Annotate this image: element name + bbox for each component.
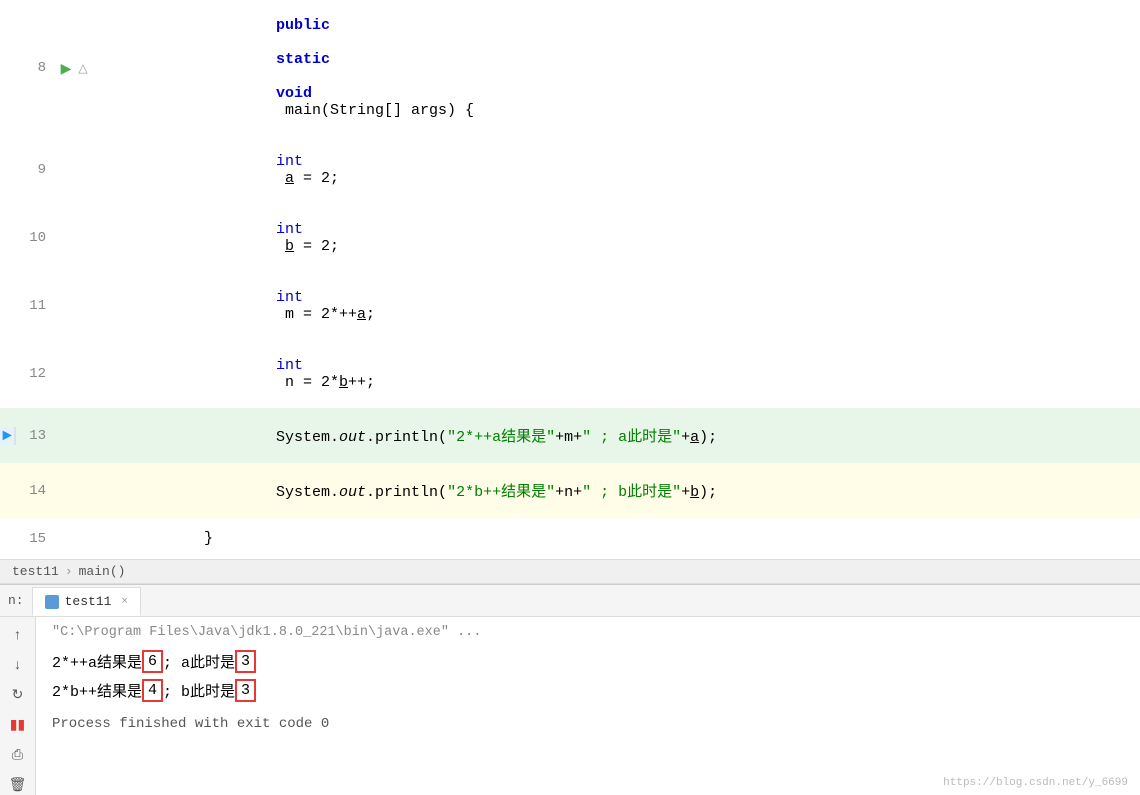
breadcrumb-separator: › [65,564,73,579]
code-line-11: 11 int m = 2*++a; [0,272,1140,340]
code-class-14: System. [276,484,339,501]
code-text-9: a = 2; [276,170,339,187]
console-content: "C:\Program Files\Java\jdk1.8.0_221\bin\… [36,617,1140,795]
code-line-8: 8 ▶ △ public static void main(String[] a… [0,0,1140,136]
keyword-void: void [276,85,312,102]
stop-button[interactable]: ▮▮ [7,713,29,735]
bookmark-8[interactable]: △ [76,61,90,75]
code-line-13: ► 13 System.out.println("2*++a结果是"+m+" ;… [0,408,1140,463]
code-text-10: b = 2; [276,238,339,255]
output-line-1: 2*++a结果是 6 ; a此时是 3 [52,650,1124,673]
code-line-10: 10 int b = 2; [0,204,1140,272]
breadcrumb-method: main() [79,564,126,579]
line-content-13: System.out.println("2*++a结果是"+m+" ; a此时是… [104,408,1140,463]
code-line-9: 9 int a = 2; [0,136,1140,204]
editor-area: 8 ▶ △ public static void main(String[] a… [0,0,1140,584]
code-line-12: 12 int n = 2*b++; [0,340,1140,408]
breadcrumb: test11 › main() [0,559,1140,584]
line-content-15: } [104,530,1140,547]
code-line-15: 15 } [0,518,1140,559]
code-rest-14: .println("2*b++结果是"+n+" ; b此时是"+b); [366,484,717,501]
debug-arrow-icon: ► [2,427,12,445]
keyword-int-9: int [276,153,303,170]
line-number-13: 13 [16,428,54,444]
line-number-8: 8 [16,60,54,76]
code-rest-13: .println("2*++a结果是"+m+" ; a此时是"+a); [366,429,717,446]
code-line-14: 14 System.out.println("2*b++结果是"+n+" ; b… [0,463,1140,518]
tab-icon [45,595,59,609]
rerun-button[interactable]: ↻ [7,683,29,705]
tab-close-button[interactable]: × [121,596,128,608]
keyword-static: static [276,51,330,68]
output-boxed-2b: 3 [235,679,256,702]
output-boxed-1b: 3 [235,650,256,673]
line-content-8: public static void main(String[] args) { [104,0,1140,136]
console-sidebar: ↑ ↓ ↻ ▮▮ ⎙ 🗑 [0,617,36,795]
keyword-int-10: int [276,221,303,238]
line-number-10: 10 [16,230,54,246]
tab-name: test11 [65,594,112,609]
line-number-11: 11 [16,298,54,314]
console-tab-label: n: [8,593,32,608]
keyword-int-11: int [276,289,303,306]
output-middle-2: ; b此时是 [163,680,235,701]
print-button[interactable]: ⎙ [7,743,29,765]
space [276,68,285,85]
line-controls-8[interactable]: ▶ △ [54,60,104,76]
console-area: n: test11 × ↑ ↓ ↻ ▮▮ ⎙ 🗑 "C:\Program Fil… [0,584,1140,795]
line-number-12: 12 [16,366,54,382]
breadcrumb-file: test11 [12,564,59,579]
line-content-14: System.out.println("2*b++结果是"+n+" ; b此时是… [104,463,1140,518]
code-text-12: n = 2*b++; [276,374,375,391]
scroll-down-button[interactable]: ↓ [7,653,29,675]
line-content-12: int n = 2*b++; [104,340,1140,408]
space [276,34,285,51]
code-container: 8 ▶ △ public static void main(String[] a… [0,0,1140,559]
output-prefix-1: 2*++a结果是 [52,651,142,672]
code-class-13: System. [276,429,339,446]
console-body: ↑ ↓ ↻ ▮▮ ⎙ 🗑 "C:\Program Files\Java\jdk1… [0,617,1140,795]
output-boxed-2a: 4 [142,679,163,702]
scroll-up-button[interactable]: ↑ [7,623,29,645]
line-content-10: int b = 2; [104,204,1140,272]
line-number-9: 9 [16,162,54,178]
console-tabs: n: test11 × [0,585,1140,617]
keyword-int-12: int [276,357,303,374]
keyword-public: public [276,17,330,34]
clear-button[interactable]: 🗑 [7,773,29,795]
run-button-8[interactable]: ▶ [58,60,74,76]
line-content-11: int m = 2*++a; [104,272,1140,340]
line-number-15: 15 [16,531,54,547]
output-boxed-1a: 6 [142,650,163,673]
output-line-2: 2*b++结果是 4 ; b此时是 3 [52,679,1124,702]
method-name: main(String[] args) { [276,102,474,119]
console-tab-test11[interactable]: test11 × [32,587,141,616]
code-text-11: m = 2*++a; [276,306,375,323]
code-italic-13: out [339,429,366,446]
output-prefix-2: 2*b++结果是 [52,680,142,701]
line-content-9: int a = 2; [104,136,1140,204]
watermark: https://blog.csdn.net/y_6699 [943,777,1128,789]
left-gutter-13: ► [0,427,16,445]
console-cmd-line: "C:\Program Files\Java\jdk1.8.0_221\bin\… [52,625,1124,640]
process-finished-line: Process finished with exit code 0 [52,716,1124,732]
output-middle-1: ; a此时是 [163,651,235,672]
line-number-14: 14 [16,483,54,499]
code-italic-14: out [339,484,366,501]
